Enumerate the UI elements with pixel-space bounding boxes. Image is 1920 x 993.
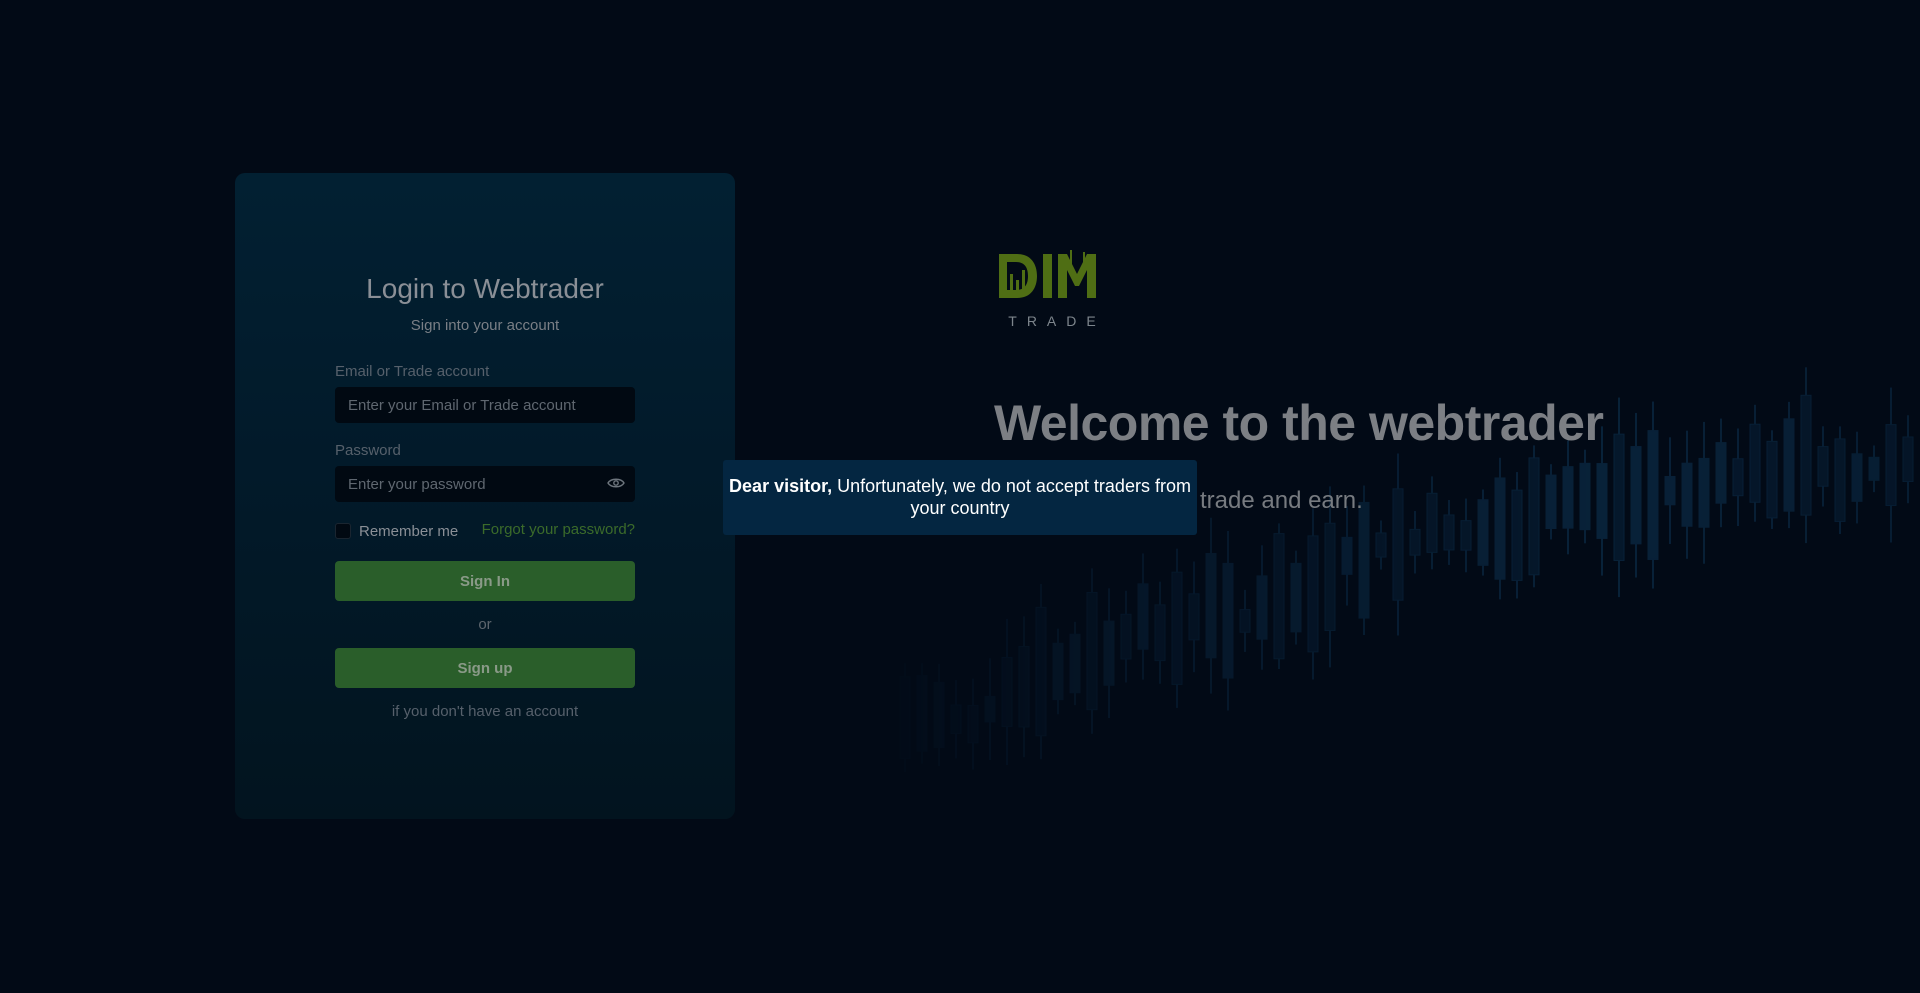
candle-body [1426,492,1438,553]
candle-body [1120,613,1132,660]
candle-body [1800,394,1812,516]
candle-body [1545,474,1557,530]
candle-body [1103,620,1115,686]
candle-body [1511,489,1523,581]
candle-body [1596,463,1608,539]
candle-body [1205,552,1217,659]
remember-me-checkbox[interactable] [335,523,351,539]
candle-body [1222,562,1234,679]
candle-body [1409,528,1421,556]
candle-body [1069,633,1081,694]
candle-body [1664,475,1676,506]
candle-body [933,681,945,749]
candle-body [1307,535,1319,653]
candle-body [899,676,911,759]
sign-up-hint: if you don't have an account [391,703,579,720]
candle-body [1001,657,1013,727]
candle-body [1086,591,1098,711]
candle-body [1902,436,1914,483]
candle-body [1885,424,1897,506]
candle-body [1018,645,1030,728]
candle-body [1290,562,1302,633]
modal-lead: Dear visitor, [729,476,838,496]
candle-body [1477,499,1489,566]
candle-body [1341,536,1353,575]
candle-body [1766,440,1778,519]
candle-body [1392,488,1404,601]
modal-message: Unfortunately, we do not accept traders … [837,476,1191,518]
candle-body [1188,593,1200,641]
welcome-heading: Welcome to the webtrader [994,395,1604,451]
candle-body [1528,457,1540,576]
candle-body [1137,583,1149,650]
candle-body [1681,462,1693,527]
login-subtitle: Sign into your account [410,317,560,334]
email-label: Email or Trade account [335,363,490,380]
candle-body [1868,456,1880,481]
candle-body [1647,430,1659,560]
candle-body [1035,606,1047,737]
country-restriction-modal: Dear visitor, Unfortunately, we do not a… [723,460,1197,535]
candle-body [1715,442,1727,504]
eye-icon[interactable] [607,476,625,490]
sign-up-button[interactable]: Sign up [335,648,635,688]
candle-body [1239,609,1251,633]
candle-body [1443,514,1455,551]
candle-body [1732,458,1744,497]
candle-body [916,674,928,752]
candle-body [1579,462,1591,531]
candle-body [967,704,979,744]
candle-body [1783,418,1795,512]
candle-body [1052,642,1064,701]
candle-body [1256,575,1268,640]
candle-body [1834,438,1846,522]
candle-body [1494,477,1506,580]
candle-body [1273,533,1285,660]
dim-trade-logo: TRADE [999,250,1105,329]
candle-body [1630,446,1642,545]
candle-body [1817,446,1829,487]
password-label: Password [335,442,401,459]
candle-body [950,704,962,734]
login-title: Login to Webtrader [366,273,604,304]
svg-text:TRADE: TRADE [1008,313,1105,329]
forgot-password-link[interactable]: Forgot your password? [482,521,635,538]
candle-body [1358,501,1370,619]
candle-body [1562,466,1574,529]
login-page: Login to Webtrader Sign into your accoun… [0,0,1920,993]
candle-body [1460,520,1472,551]
sign-in-button[interactable]: Sign In [335,561,635,601]
candle-body [1851,453,1863,502]
candle-body [1375,532,1387,558]
or-divider: or [478,616,492,633]
login-card: Login to Webtrader Sign into your accoun… [235,173,735,819]
welcome-tagline: trade and earn. [1200,487,1363,514]
remember-me-label: Remember me [359,523,459,540]
candle-body [984,695,996,723]
candle-body [1749,423,1761,503]
candle-body [1613,433,1625,562]
candle-body [1698,457,1710,528]
email-input[interactable] [335,387,635,423]
password-input[interactable] [335,466,635,502]
candle-body [1324,522,1336,632]
candle-body [1171,571,1183,685]
candle-body [1154,604,1166,662]
